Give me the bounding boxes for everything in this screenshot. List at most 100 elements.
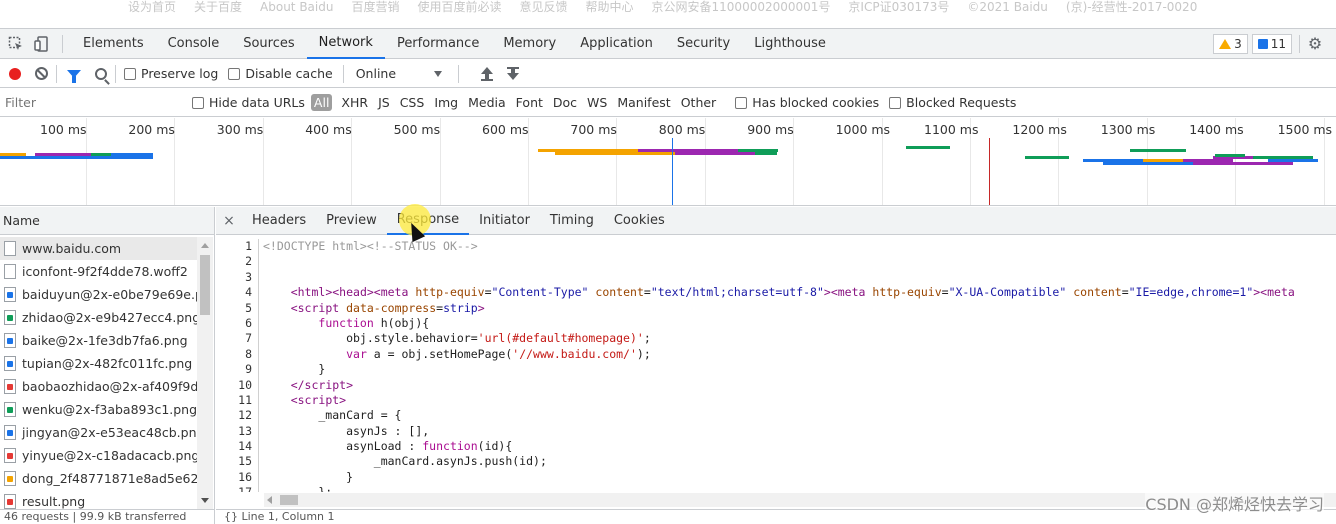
filter-type-js[interactable]: JS [373, 95, 395, 110]
footer-link[interactable]: 帮助中心 [586, 0, 634, 14]
footer-link[interactable]: 百度营销 [351, 0, 399, 14]
close-icon[interactable]: × [216, 213, 242, 229]
scroll-thumb[interactable] [280, 495, 298, 505]
filter-icon[interactable] [67, 70, 81, 78]
filter-input[interactable] [0, 92, 180, 114]
clear-icon[interactable] [35, 67, 48, 80]
code-text: var a = obj.setHomePage('//www.baidu.com… [258, 347, 651, 362]
code-line: 16 } [216, 470, 1336, 485]
import-har-icon[interactable] [481, 67, 493, 81]
footer-link[interactable]: 关于百度 [194, 0, 242, 14]
watermark: CSDN @郑烯烃快去学习 [1145, 491, 1324, 515]
tab-elements[interactable]: Elements [71, 29, 156, 59]
footer-link[interactable]: (京)-经营性-2017-0020 [1066, 0, 1197, 14]
filter-type-xhr[interactable]: XHR [336, 95, 373, 110]
throttling-select[interactable]: Online [356, 66, 442, 81]
request-row[interactable]: baike@2x-1fe3db7fa6.png [0, 329, 197, 352]
request-name: jingyan@2x-e53eac48cb.png [22, 425, 197, 440]
blocked-requests-checkbox[interactable]: Blocked Requests [889, 95, 1016, 110]
export-har-icon[interactable] [507, 67, 519, 81]
code-line: 15 _manCard.asynJs.push(id); [216, 454, 1336, 469]
tab-performance[interactable]: Performance [385, 29, 491, 59]
request-list-scrollbar[interactable] [197, 237, 213, 509]
filter-type-all[interactable]: All [311, 94, 333, 111]
network-overview-timeline[interactable]: 100 ms200 ms300 ms400 ms500 ms600 ms700 … [0, 118, 1336, 206]
image-icon [4, 494, 16, 509]
image-icon [4, 379, 16, 394]
request-row[interactable]: result.png [0, 490, 197, 509]
inspect-element-icon[interactable] [6, 34, 26, 54]
filter-type-font[interactable]: Font [511, 95, 548, 110]
filter-type-doc[interactable]: Doc [548, 95, 582, 110]
timeline-tick-label: 1200 ms [1012, 122, 1066, 137]
request-row[interactable]: baiduyun@2x-e0be79e69e.png [0, 283, 197, 306]
footer-link[interactable]: 京公网安备11000002000001号 [652, 0, 831, 14]
has-blocked-cookies-checkbox[interactable]: Has blocked cookies [735, 95, 879, 110]
name-column-header[interactable]: Name [0, 207, 214, 235]
response-source-view[interactable]: 1<!DOCTYPE html><!--STATUS OK-->234 <htm… [216, 237, 1336, 492]
disable-cache-checkbox[interactable]: Disable cache [228, 66, 332, 81]
request-name: baike@2x-1fe3db7fa6.png [22, 333, 188, 348]
checkbox-box[interactable] [889, 97, 901, 109]
timeline-tick-label: 500 ms [394, 122, 441, 137]
code-line: 3 [216, 270, 1336, 285]
scroll-up-arrow[interactable] [201, 243, 209, 248]
request-row[interactable]: dong_2f48771871e8ad5e62e1 [0, 467, 197, 490]
request-row[interactable]: zhidao@2x-e9b427ecc4.png [0, 306, 197, 329]
request-row[interactable]: www.baidu.com [0, 237, 197, 260]
scroll-thumb[interactable] [200, 255, 210, 315]
detail-tab-initiator[interactable]: Initiator [469, 207, 540, 235]
tab-memory[interactable]: Memory [491, 29, 568, 59]
device-toolbar-icon[interactable] [32, 34, 52, 54]
preserve-log-checkbox[interactable]: Preserve log [124, 66, 218, 81]
footer-link[interactable]: 京ICP证030173号 [848, 0, 949, 14]
detail-tab-preview[interactable]: Preview [316, 207, 387, 235]
tab-sources[interactable]: Sources [231, 29, 306, 59]
record-icon[interactable] [9, 68, 21, 80]
request-row[interactable]: iconfont-9f2f4dde78.woff2 [0, 260, 197, 283]
timeline-tick-label: 200 ms [128, 122, 175, 137]
tab-security[interactable]: Security [665, 29, 742, 59]
checkbox-box[interactable] [735, 97, 747, 109]
code-text: } [258, 470, 353, 485]
footer-link[interactable]: ©2021 Baidu [967, 0, 1048, 14]
footer-link[interactable]: 使用百度前必读 [417, 0, 501, 14]
line-number: 2 [216, 254, 258, 269]
hide-data-urls-checkbox[interactable]: Hide data URLs [192, 95, 305, 110]
filter-type-ws[interactable]: WS [582, 95, 612, 110]
request-row[interactable]: wenku@2x-f3aba893c1.png [0, 398, 197, 421]
timeline-request-bar [906, 146, 950, 149]
footer-link[interactable]: 设为首页 [128, 0, 176, 14]
tab-lighthouse[interactable]: Lighthouse [742, 29, 838, 59]
gear-icon[interactable]: ⚙ [1306, 35, 1324, 53]
tab-application[interactable]: Application [568, 29, 665, 59]
filter-type-img[interactable]: Img [429, 95, 463, 110]
messages-badge[interactable]: 11 [1252, 34, 1292, 54]
filter-type-css[interactable]: CSS [395, 95, 430, 110]
detail-tab-cookies[interactable]: Cookies [604, 207, 675, 235]
footer-link[interactable]: 意见反馈 [520, 0, 568, 14]
request-row[interactable]: baobaozhidao@2x-af409f9db [0, 375, 197, 398]
code-line: 8 var a = obj.setHomePage('//www.baidu.c… [216, 347, 1336, 362]
scroll-down-arrow[interactable] [201, 498, 209, 503]
filter-type-other[interactable]: Other [676, 95, 722, 110]
warnings-badge[interactable]: 3 [1213, 34, 1248, 54]
filter-type-manifest[interactable]: Manifest [612, 95, 675, 110]
request-row[interactable]: tupian@2x-482fc011fc.png [0, 352, 197, 375]
tab-network[interactable]: Network [307, 29, 385, 59]
footer-link[interactable]: About Baidu [260, 0, 333, 14]
search-icon[interactable] [95, 68, 107, 80]
checkbox-box[interactable] [228, 68, 240, 80]
checkbox-box[interactable] [192, 97, 204, 109]
warnings-count: 3 [1234, 37, 1242, 51]
filter-type-media[interactable]: Media [463, 95, 511, 110]
detail-tab-timing[interactable]: Timing [540, 207, 604, 235]
scroll-left-arrow[interactable] [267, 496, 272, 504]
detail-tab-headers[interactable]: Headers [242, 207, 316, 235]
checkbox-box[interactable] [124, 68, 136, 80]
code-text: function h(obj){ [258, 316, 429, 331]
request-row[interactable]: yinyue@2x-c18adacacb.png [0, 444, 197, 467]
font-icon [4, 264, 16, 279]
request-row[interactable]: jingyan@2x-e53eac48cb.png [0, 421, 197, 444]
tab-console[interactable]: Console [156, 29, 232, 59]
